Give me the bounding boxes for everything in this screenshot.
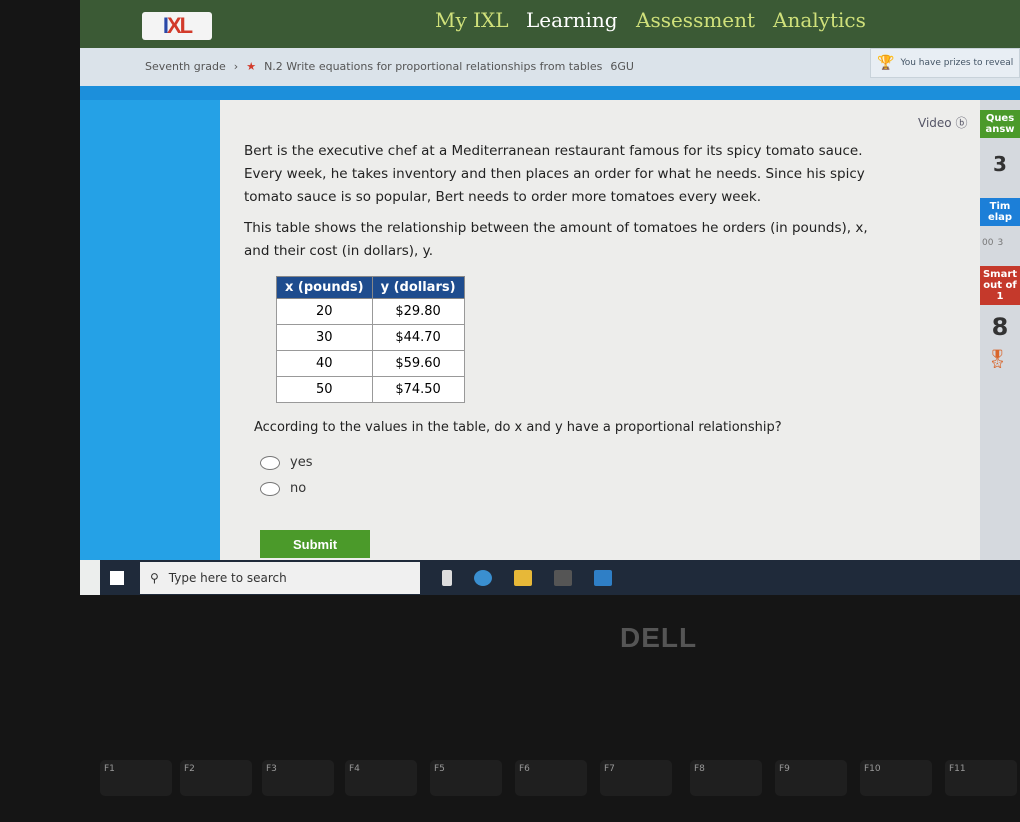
task-view-icon[interactable] (442, 569, 452, 586)
windows-start-icon[interactable] (110, 570, 124, 585)
windows-taskbar: ⚲ Type here to search (100, 560, 1020, 595)
mail-icon[interactable] (594, 569, 612, 586)
key-f9[interactable]: F9 (775, 760, 847, 796)
nav-my-ixl[interactable]: My IXL (435, 8, 509, 32)
stats-sidebar: Ques answ 3 Tim elap 00 3 Smart out of 1 … (980, 100, 1020, 560)
file-explorer-icon[interactable] (514, 569, 532, 586)
key-f10[interactable]: F10 (860, 760, 932, 796)
question-panel: Bert is the executive chef at a Mediterr… (220, 100, 980, 560)
top-navigation: IXL My IXL Learning Assessment Analytics (80, 0, 1020, 48)
table-header: x (pounds) (276, 276, 373, 299)
star-icon: ★ (246, 60, 257, 73)
submit-button[interactable]: Submit (260, 530, 370, 558)
nav-analytics[interactable]: Analytics (773, 8, 866, 32)
time-label: Tim elap (980, 198, 1020, 226)
cell: $74.50 (371, 376, 465, 403)
key-f8[interactable]: F8 (690, 760, 762, 796)
breadcrumb-grade[interactable]: Seventh grade (145, 60, 226, 73)
search-placeholder: Type here to search (168, 570, 287, 585)
time-hours: 00 (982, 238, 994, 248)
table-row: 30 $44.70 (276, 324, 465, 351)
cell: $44.70 (371, 324, 465, 351)
cell: $29.80 (371, 298, 465, 325)
table-row: 20 $29.80 (276, 298, 465, 325)
question-prompt: According to the values in the table, do… (254, 420, 782, 435)
prizes-text: You have prizes to reveal (900, 58, 1014, 68)
trophy-icon: 🏆 (877, 55, 895, 71)
key-f5[interactable]: F5 (430, 760, 502, 796)
breadcrumb-bar: Seventh grade › ★ N.2 Write equations fo… (80, 48, 1020, 86)
nav-learning[interactable]: Learning (526, 8, 618, 32)
cell: 20 (276, 298, 373, 325)
left-band (80, 100, 220, 560)
question-paragraph-1: Bert is the executive chef at a Mediterr… (244, 143, 865, 205)
key-f1[interactable]: F1 (100, 760, 172, 796)
play-icon: ⓑ (955, 116, 968, 130)
nav-assessment[interactable]: Assessment (636, 8, 755, 32)
dell-logo: DELL (620, 622, 698, 653)
award-ribbon-icon: 🎖 (986, 349, 1009, 370)
search-icon: ⚲ (150, 570, 159, 585)
chevron-right-icon: › (233, 60, 239, 73)
breadcrumb-skill: N.2 Write equations for proportional rel… (264, 60, 603, 73)
key-f11[interactable]: F11 (945, 760, 1017, 796)
smartscore-value: 8 (991, 313, 1009, 341)
radio-button[interactable] (260, 481, 280, 496)
questions-label: Ques answ (980, 110, 1020, 138)
skill-code: 6GU (610, 60, 634, 73)
prizes-banner[interactable]: 🏆 You have prizes to reveal (870, 48, 1020, 78)
key-f3[interactable]: F3 (262, 760, 334, 796)
breadcrumb: Seventh grade › ★ N.2 Write equations fo… (145, 60, 634, 73)
cell: $59.60 (371, 350, 465, 377)
laptop-screen: IXL My IXL Learning Assessment Analytics… (80, 0, 1020, 595)
video-link[interactable]: Video ⓑ (918, 114, 967, 131)
key-f6[interactable]: F6 (515, 760, 587, 796)
cell: 40 (276, 350, 373, 377)
video-label: Video (918, 116, 952, 130)
questions-value: 3 (993, 152, 1007, 176)
ixl-logo[interactable]: IXL (142, 12, 212, 40)
blue-band (80, 86, 1020, 100)
option-label: no (290, 481, 307, 496)
taskbar-search[interactable]: ⚲ Type here to search (140, 561, 420, 594)
option-yes[interactable]: yes (260, 455, 312, 470)
table-row: 40 $59.60 (276, 350, 465, 377)
option-no[interactable]: no (260, 481, 306, 496)
edge-icon[interactable] (474, 569, 492, 586)
radio-button[interactable] (260, 455, 280, 470)
cell: 30 (276, 324, 373, 351)
time-minutes: 3 (997, 238, 1004, 248)
key-f2[interactable]: F2 (180, 760, 252, 796)
key-f4[interactable]: F4 (345, 760, 417, 796)
table-header: y (dollars) (371, 276, 465, 299)
cell: 50 (276, 376, 373, 403)
option-label: yes (290, 455, 313, 470)
key-f7[interactable]: F7 (600, 760, 672, 796)
question-paragraph-2: This table shows the relationship betwee… (244, 220, 868, 259)
table-row: 50 $74.50 (276, 376, 465, 403)
smartscore-label: Smart out of 1 (980, 266, 1020, 305)
store-icon[interactable] (554, 569, 572, 586)
data-table: x (pounds) y (dollars) 20 $29.80 30 $44.70 … (276, 276, 465, 403)
question-text: Bert is the executive chef at a Mediterr… (244, 140, 884, 271)
